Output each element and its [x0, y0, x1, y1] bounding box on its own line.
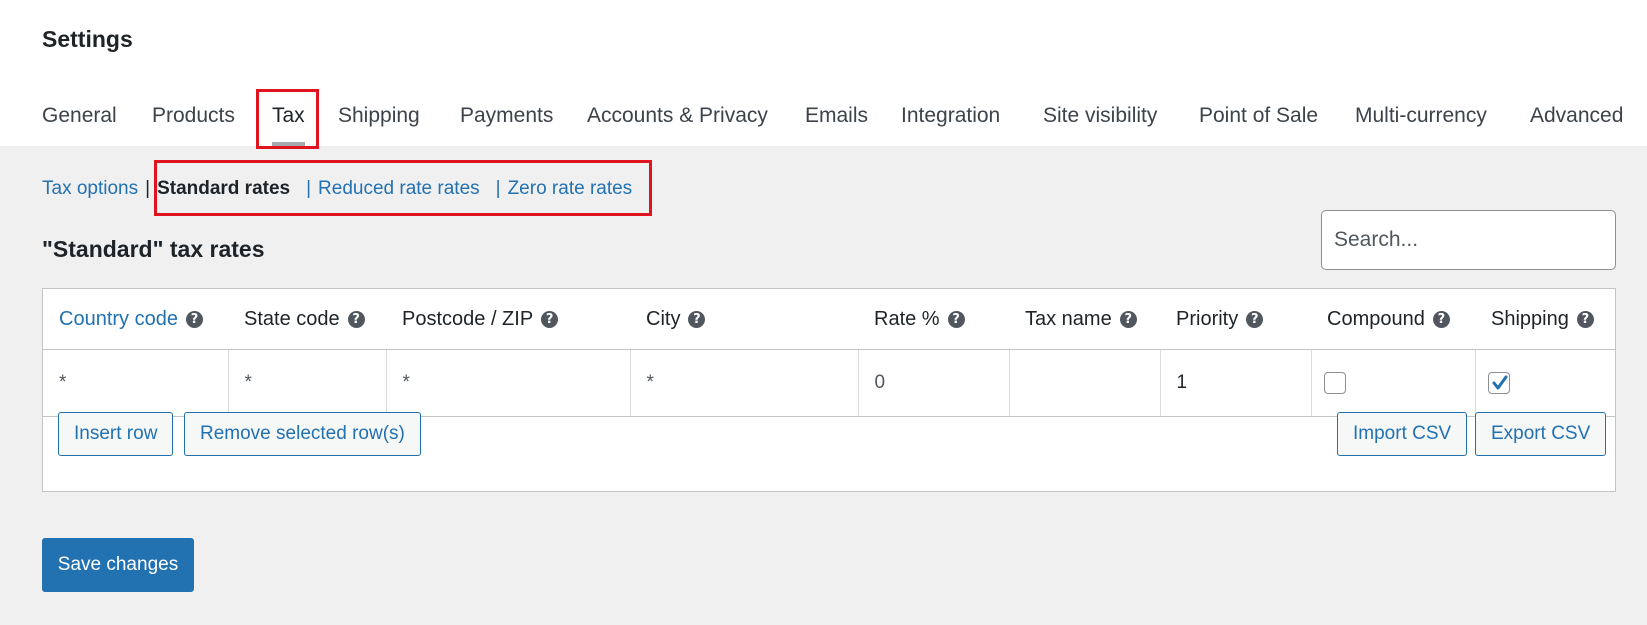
- cell-postcode[interactable]: *: [386, 349, 631, 417]
- header-city: City?: [630, 289, 858, 350]
- tab-label: Accounts & Privacy: [587, 104, 768, 127]
- compound-checkbox[interactable]: [1323, 371, 1346, 394]
- cell-rate[interactable]: 0: [858, 349, 1010, 417]
- subnav-separator: |: [145, 178, 151, 199]
- table-row: * * * * 0 1: [43, 349, 1615, 417]
- cell-city[interactable]: *: [630, 349, 859, 417]
- help-icon[interactable]: ?: [185, 310, 203, 328]
- active-tab-indicator: [272, 142, 305, 146]
- subnav-reduced-rate-rates[interactable]: Reduced rate rates: [318, 178, 480, 199]
- top-area: Settings General Products Tax Shipping P…: [0, 0, 1647, 146]
- header-postcode: Postcode / ZIP?: [386, 289, 630, 350]
- header-compound: Compound?: [1311, 289, 1475, 350]
- tab-label: Payments: [460, 104, 554, 127]
- tab-integration[interactable]: Integration: [901, 104, 1000, 146]
- tab-label: Emails: [805, 104, 869, 127]
- header-priority: Priority?: [1160, 289, 1311, 350]
- cell-shipping: [1475, 349, 1615, 417]
- header-tax-name: Tax name?: [1009, 289, 1160, 350]
- import-csv-button[interactable]: Import CSV: [1337, 412, 1468, 456]
- tab-point-of-sale[interactable]: Point of Sale: [1199, 104, 1318, 146]
- help-icon[interactable]: ?: [347, 310, 365, 328]
- tax-rates-table: Country code? State code? Postcode / ZIP…: [43, 289, 1615, 417]
- subnav-separator: |: [306, 178, 312, 199]
- help-icon[interactable]: ?: [947, 310, 965, 328]
- tab-label: Shipping: [338, 104, 420, 127]
- page-title: Settings: [42, 26, 133, 52]
- remove-rows-button[interactable]: Remove selected row(s): [184, 412, 421, 456]
- cell-tax-name[interactable]: [1009, 349, 1161, 417]
- tab-emails[interactable]: Emails: [805, 104, 868, 146]
- tab-label: Tax: [272, 104, 305, 127]
- cell-state-code[interactable]: *: [228, 349, 387, 417]
- header-state-code: State code?: [228, 289, 386, 350]
- main-tabs: General Products Tax Shipping Payments A…: [0, 90, 1647, 146]
- shipping-checkbox[interactable]: [1487, 371, 1510, 394]
- header-shipping: Shipping?: [1475, 289, 1615, 350]
- subnav-separator: |: [495, 178, 501, 199]
- tab-label: Point of Sale: [1199, 104, 1319, 127]
- cell-priority[interactable]: 1: [1160, 349, 1312, 417]
- header-label: City: [646, 307, 681, 330]
- tax-subnav: Tax options | Standard rates | Reduced rate …: [42, 178, 632, 200]
- cell-compound: [1311, 349, 1476, 417]
- header-country-code[interactable]: Country code?: [43, 289, 228, 350]
- subnav-tax-options[interactable]: Tax options: [42, 178, 138, 199]
- tab-general[interactable]: General: [42, 104, 117, 146]
- search-input[interactable]: [1321, 210, 1616, 270]
- help-icon[interactable]: ?: [1576, 310, 1594, 328]
- subnav-standard-rates[interactable]: Standard rates: [157, 178, 290, 199]
- header-label: Country code: [59, 307, 178, 330]
- tab-label: Integration: [901, 104, 1001, 127]
- tab-accounts-privacy[interactable]: Accounts & Privacy: [587, 104, 768, 146]
- checkmark-icon: [1492, 375, 1507, 390]
- tab-multi-currency[interactable]: Multi-currency: [1355, 104, 1487, 146]
- tab-payments[interactable]: Payments: [460, 104, 553, 146]
- tab-site-visibility[interactable]: Site visibility: [1043, 104, 1157, 146]
- header-label: Compound: [1327, 307, 1425, 330]
- tab-tax[interactable]: Tax: [272, 104, 305, 146]
- header-label: Shipping: [1491, 307, 1569, 330]
- header-label: Rate %: [874, 307, 940, 330]
- header-label: Postcode / ZIP: [402, 307, 534, 330]
- help-icon[interactable]: ?: [688, 310, 706, 328]
- tab-label: Products: [152, 104, 235, 127]
- tab-label: Advanced: [1530, 104, 1624, 127]
- tab-products[interactable]: Products: [152, 104, 235, 146]
- cell-country-code[interactable]: *: [43, 349, 229, 417]
- tax-rates-panel: Country code? State code? Postcode / ZIP…: [42, 288, 1616, 492]
- insert-row-button[interactable]: Insert row: [58, 412, 174, 456]
- subnav-zero-rate-rates[interactable]: Zero rate rates: [508, 178, 633, 199]
- header-label: Tax name: [1025, 307, 1112, 330]
- tab-advanced[interactable]: Advanced: [1530, 104, 1623, 146]
- tab-label: General: [42, 104, 117, 127]
- help-icon[interactable]: ?: [1119, 310, 1137, 328]
- help-icon[interactable]: ?: [1432, 310, 1450, 328]
- tab-label: Site visibility: [1043, 104, 1158, 127]
- header-rate: Rate %?: [858, 289, 1009, 350]
- help-icon[interactable]: ?: [1246, 310, 1264, 328]
- export-csv-button[interactable]: Export CSV: [1475, 412, 1607, 456]
- table-header-row: Country code? State code? Postcode / ZIP…: [43, 289, 1615, 350]
- tab-label: Multi-currency: [1355, 104, 1487, 127]
- header-label: Priority: [1176, 307, 1239, 330]
- section-title: "Standard" tax rates: [42, 236, 265, 262]
- header-label: State code: [244, 307, 340, 330]
- save-changes-button[interactable]: Save changes: [42, 538, 194, 592]
- tab-shipping[interactable]: Shipping: [338, 104, 420, 146]
- help-icon[interactable]: ?: [541, 310, 559, 328]
